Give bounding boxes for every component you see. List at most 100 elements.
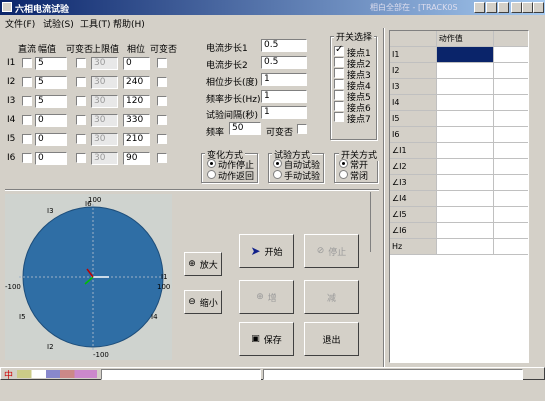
table-cell[interactable] (436, 126, 495, 143)
menu-help[interactable]: 帮助(H) (113, 17, 145, 30)
test-mode-radio-auto[interactable] (273, 159, 282, 168)
upper-input[interactable]: 30 (91, 57, 118, 70)
switch-mode-radio-nc[interactable] (339, 170, 348, 179)
amp-var-checkbox[interactable] (76, 77, 86, 87)
table-cell[interactable] (436, 238, 495, 255)
amp-input[interactable]: 5 (35, 57, 67, 70)
table-cell[interactable] (436, 158, 495, 175)
test-mode-radio-manual[interactable] (273, 170, 282, 179)
contact-checkbox[interactable] (334, 79, 344, 89)
amp-input[interactable]: 5 (35, 76, 67, 89)
amp-var-checkbox[interactable] (76, 134, 86, 144)
phase-input[interactable]: 120 (123, 95, 150, 108)
amp-input[interactable]: 0 (35, 114, 67, 127)
contact-checkbox[interactable] (334, 101, 344, 111)
menu-test[interactable]: 试验(S) (43, 17, 74, 30)
table-cell[interactable] (493, 94, 528, 111)
close-button[interactable] (533, 2, 544, 13)
upper-input[interactable]: 30 (91, 76, 118, 89)
phase-input[interactable]: 0 (123, 57, 150, 70)
dc-checkbox[interactable] (22, 77, 32, 87)
table-cell[interactable] (436, 94, 495, 111)
exit-button[interactable]: 退出 (304, 322, 359, 356)
table-cell[interactable] (493, 206, 528, 223)
amp-var-checkbox[interactable] (76, 96, 86, 106)
table-cell[interactable] (493, 62, 528, 79)
table-cell[interactable] (436, 142, 495, 159)
upper-input[interactable]: 30 (91, 114, 118, 127)
table-cell[interactable] (493, 110, 528, 127)
phase-var-checkbox[interactable] (157, 96, 167, 106)
dc-checkbox[interactable] (22, 153, 32, 163)
reduce-button[interactable]: 减 (304, 280, 359, 314)
table-cell[interactable] (436, 174, 495, 191)
table-cell[interactable] (436, 62, 495, 79)
start-button[interactable]: ➤ 开始 (239, 234, 294, 268)
table-cell[interactable] (493, 126, 528, 143)
minimize-button[interactable] (511, 2, 522, 13)
table-cell[interactable] (436, 78, 495, 95)
change-mode-radio-return[interactable] (207, 170, 216, 179)
table-cell[interactable] (436, 190, 495, 207)
table-cell[interactable] (436, 46, 495, 63)
contact-checkbox[interactable] (334, 44, 344, 56)
dc-checkbox[interactable] (22, 96, 32, 106)
param-input[interactable]: 1 (261, 106, 307, 119)
table-cell[interactable] (436, 222, 495, 239)
phase-var-checkbox[interactable] (157, 115, 167, 125)
upper-input[interactable]: 30 (91, 133, 118, 146)
contact-checkbox[interactable] (334, 68, 344, 78)
amp-input[interactable]: 0 (35, 152, 67, 165)
switch-mode-radio-no[interactable] (339, 159, 348, 168)
amp-var-checkbox[interactable] (76, 58, 86, 68)
add-button[interactable]: ⊕ 增 (239, 280, 294, 314)
table-cell[interactable] (493, 78, 528, 95)
table-cell[interactable] (436, 110, 495, 127)
table-cell[interactable] (493, 238, 528, 255)
contact-checkbox[interactable] (334, 112, 344, 122)
phase-input[interactable]: 210 (123, 133, 150, 146)
phase-input[interactable]: 240 (123, 76, 150, 89)
contact-checkbox[interactable] (334, 57, 344, 67)
change-mode-radio-stop[interactable] (207, 159, 216, 168)
table-cell[interactable] (493, 190, 528, 207)
menu-file[interactable]: 文件(F) (5, 17, 35, 30)
phase-input[interactable]: 330 (123, 114, 150, 127)
param-input[interactable]: 0.5 (261, 56, 307, 69)
table-cell[interactable] (493, 174, 528, 191)
upper-input[interactable]: 30 (91, 95, 118, 108)
window-button[interactable] (486, 2, 497, 13)
upper-input[interactable]: 30 (91, 152, 118, 165)
table-cell[interactable] (493, 46, 528, 63)
param-input[interactable]: 0.5 (261, 39, 307, 52)
maximize-button[interactable] (522, 2, 533, 13)
freq-var-checkbox[interactable] (297, 124, 307, 134)
stop-button[interactable]: ⊘ 停止 (304, 234, 359, 268)
zoom-out-button[interactable]: ⊖ 缩小 (184, 290, 222, 314)
ime-indicator[interactable]: 中 (4, 368, 13, 381)
amp-var-checkbox[interactable] (76, 153, 86, 163)
result-table[interactable]: 动作值 I1 I2 I3 I4 I5 I6 ∠I1 ∠I2 ∠I3 ∠I4 ∠I… (389, 30, 529, 363)
param-input[interactable]: 1 (261, 90, 307, 103)
table-cell[interactable] (436, 206, 495, 223)
phase-var-checkbox[interactable] (157, 134, 167, 144)
amp-var-checkbox[interactable] (76, 115, 86, 125)
scrollbar[interactable] (370, 192, 377, 252)
window-button[interactable] (474, 2, 485, 13)
contact-checkbox[interactable] (334, 90, 344, 100)
dc-checkbox[interactable] (22, 58, 32, 68)
zoom-in-button[interactable]: ⊕ 放大 (184, 252, 222, 276)
phase-var-checkbox[interactable] (157, 58, 167, 68)
table-cell[interactable] (493, 142, 528, 159)
param-input[interactable]: 1 (261, 73, 307, 86)
amp-input[interactable]: 5 (35, 95, 67, 108)
freq-input[interactable]: 50 (229, 122, 261, 135)
window-button[interactable] (498, 2, 509, 13)
phase-var-checkbox[interactable] (157, 77, 167, 87)
save-button[interactable]: ▣ 保存 (239, 322, 294, 356)
phase-input[interactable]: 90 (123, 152, 150, 165)
amp-input[interactable]: 0 (35, 133, 67, 146)
phase-var-checkbox[interactable] (157, 153, 167, 163)
dc-checkbox[interactable] (22, 115, 32, 125)
table-cell[interactable] (493, 222, 528, 239)
